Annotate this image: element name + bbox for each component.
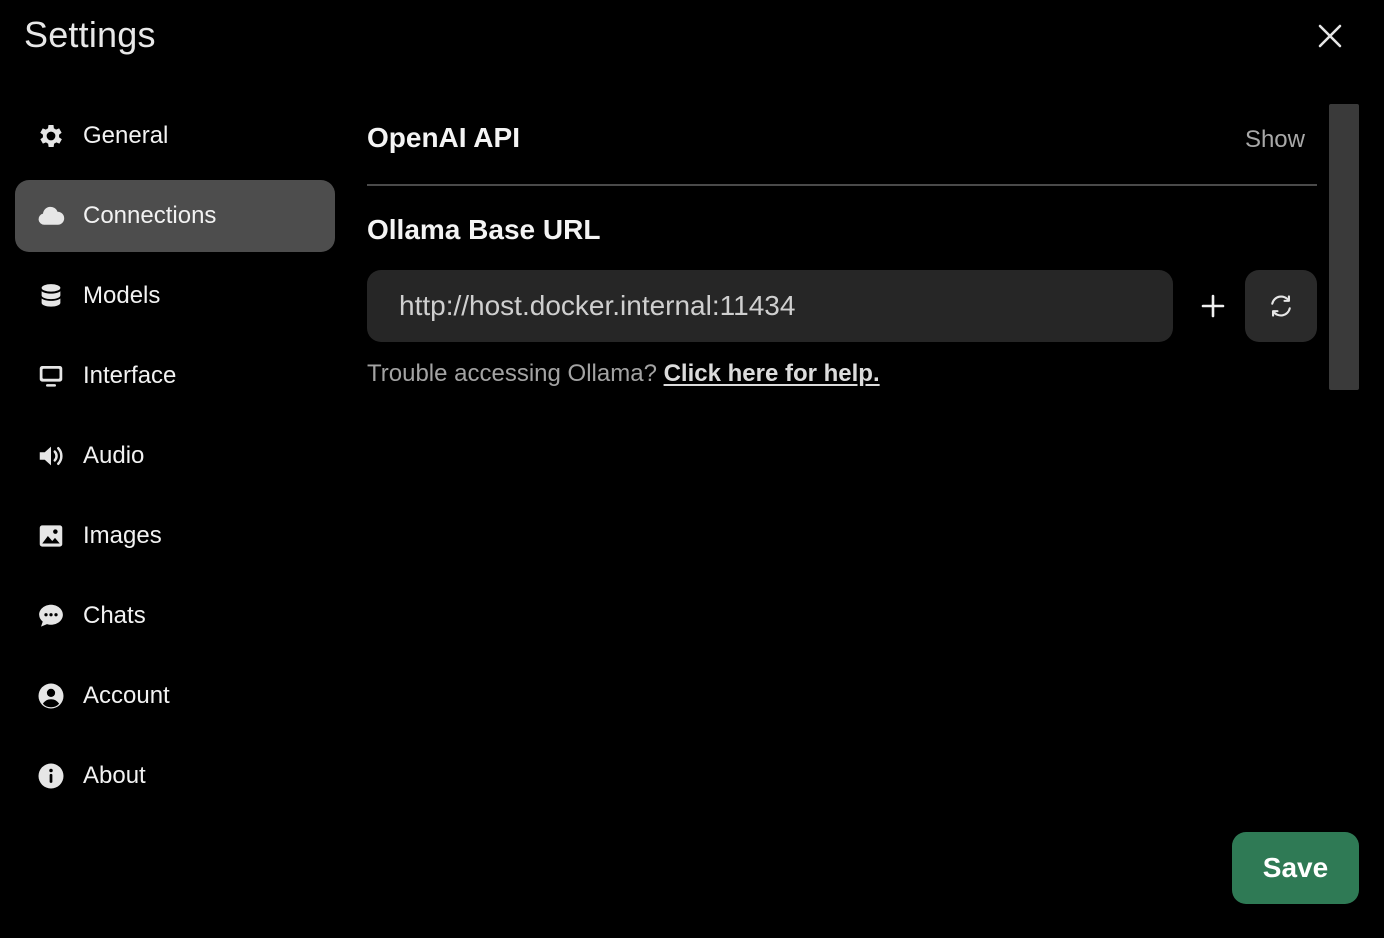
sidebar-item-label: Chats bbox=[83, 602, 146, 629]
openai-api-section: OpenAI API Show bbox=[367, 100, 1317, 186]
sidebar-item-label: Interface bbox=[83, 362, 177, 389]
close-button[interactable] bbox=[1310, 16, 1350, 56]
help-prefix: Trouble accessing Ollama? bbox=[367, 360, 664, 387]
show-openai-button[interactable]: Show bbox=[1245, 126, 1305, 154]
settings-modal: Settings General Connections Models Inte… bbox=[0, 0, 1384, 938]
plus-icon bbox=[1201, 294, 1225, 318]
verify-connection-button[interactable] bbox=[1245, 270, 1317, 342]
sidebar-item-images[interactable]: Images bbox=[15, 500, 335, 572]
sidebar-item-label: General bbox=[83, 122, 169, 149]
chat-bubble-icon bbox=[35, 600, 67, 632]
refresh-icon bbox=[1271, 295, 1291, 317]
sidebar-item-connections[interactable]: Connections bbox=[15, 180, 335, 252]
database-icon bbox=[35, 280, 67, 312]
gear-icon bbox=[35, 120, 67, 152]
sidebar-item-models[interactable]: Models bbox=[15, 260, 335, 332]
openai-api-title: OpenAI API bbox=[367, 122, 520, 153]
sidebar-item-label: Models bbox=[83, 282, 161, 309]
close-icon bbox=[1318, 24, 1342, 48]
speaker-icon bbox=[35, 440, 67, 472]
scrollbar[interactable] bbox=[1329, 104, 1359, 390]
sidebar-item-general[interactable]: General bbox=[15, 100, 335, 172]
ollama-help-text: Trouble accessing Ollama? Click here for… bbox=[367, 360, 880, 388]
sidebar-item-account[interactable]: Account bbox=[15, 660, 335, 732]
sidebar-item-label: Audio bbox=[83, 442, 145, 469]
add-url-button[interactable] bbox=[1189, 282, 1237, 330]
user-circle-icon bbox=[35, 680, 67, 712]
ollama-url-input[interactable] bbox=[367, 270, 1173, 342]
help-link[interactable]: Click here for help. bbox=[664, 360, 880, 387]
settings-sidebar: General Connections Models Interface Aud bbox=[15, 100, 335, 820]
settings-title: Settings bbox=[24, 14, 156, 55]
sidebar-item-label: Images bbox=[83, 522, 162, 549]
sidebar-item-interface[interactable]: Interface bbox=[15, 340, 335, 412]
sidebar-item-label: Connections bbox=[83, 202, 217, 229]
sidebar-item-about[interactable]: About bbox=[15, 740, 335, 812]
sidebar-item-audio[interactable]: Audio bbox=[15, 420, 335, 492]
sidebar-item-label: About bbox=[83, 762, 146, 789]
image-icon bbox=[35, 520, 67, 552]
monitor-icon bbox=[35, 360, 67, 392]
info-icon bbox=[35, 760, 67, 792]
cloud-icon bbox=[35, 200, 67, 232]
save-button[interactable]: Save bbox=[1232, 832, 1359, 904]
ollama-base-url-label: Ollama Base URL bbox=[367, 214, 601, 245]
sidebar-item-chats[interactable]: Chats bbox=[15, 580, 335, 652]
sidebar-item-label: Account bbox=[83, 682, 170, 709]
connections-panel: OpenAI API Show Ollama Base URL Trouble … bbox=[367, 100, 1317, 387]
